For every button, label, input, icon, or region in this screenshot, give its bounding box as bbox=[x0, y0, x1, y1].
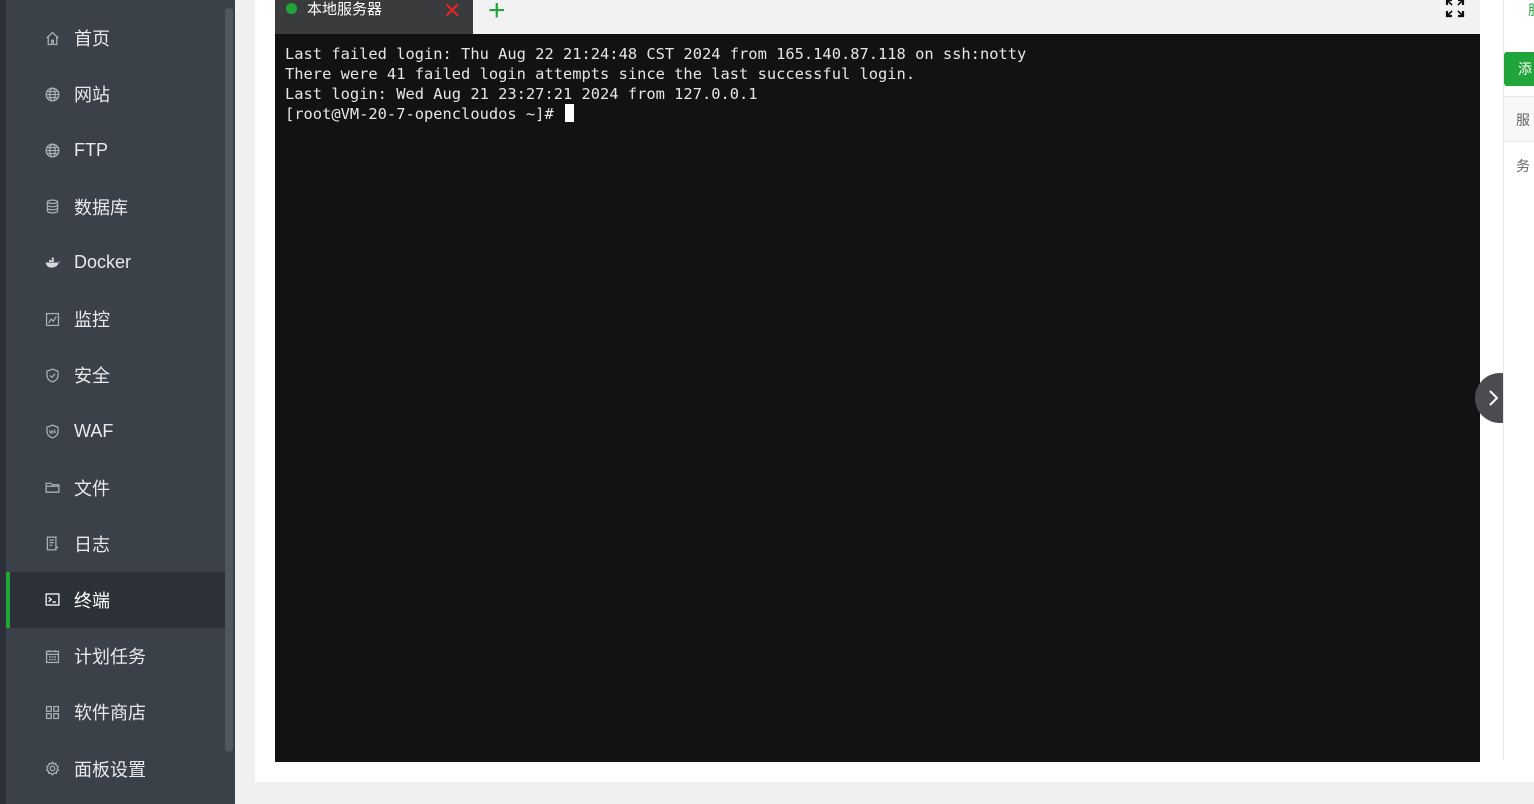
add-server-button[interactable]: 添 bbox=[1504, 52, 1534, 86]
terminal-tabbar: 本地服务器 ✕ + bbox=[275, 0, 1480, 34]
log-icon bbox=[42, 534, 62, 554]
chevron-right-icon bbox=[1489, 390, 1499, 406]
app-root: 首页 网站 FTP 数据库 Docker 监控 安全 WAF 文件 日志 终端 … bbox=[0, 0, 1534, 804]
sidebar-nav: 首页 网站 FTP 数据库 Docker 监控 安全 WAF 文件 日志 终端 … bbox=[6, 10, 225, 797]
sidebar-item-label: 计划任务 bbox=[74, 647, 146, 668]
sidebar-item-ftp[interactable]: FTP bbox=[6, 122, 225, 178]
home-icon bbox=[42, 28, 62, 48]
panel-tab-label[interactable]: 服 bbox=[1528, 0, 1534, 20]
sidebar-item-home[interactable]: 首页 bbox=[6, 10, 225, 66]
sidebar-item-monitor[interactable]: 监控 bbox=[6, 291, 225, 347]
sidebar-item-files[interactable]: 文件 bbox=[6, 460, 225, 516]
sidebar-item-label: FTP bbox=[74, 139, 108, 160]
terminal-icon bbox=[42, 590, 62, 610]
server-list-panel: 服 添 服务 bbox=[1503, 0, 1534, 760]
sidebar-item-security[interactable]: 安全 bbox=[6, 347, 225, 403]
main-content: 本地服务器 ✕ + Last failed login: Thu Aug 22 … bbox=[255, 0, 1534, 782]
database-icon bbox=[42, 197, 62, 217]
add-tab-button[interactable]: + bbox=[488, 0, 506, 28]
fullscreen-icon[interactable] bbox=[1445, 0, 1465, 18]
tab-label: 本地服务器 bbox=[307, 0, 383, 18]
sidebar-item-panel-settings[interactable]: 面板设置 bbox=[6, 740, 225, 796]
terminal-line: Last failed login: Thu Aug 22 21:24:48 C… bbox=[285, 45, 1027, 63]
docker-icon bbox=[42, 253, 62, 273]
waf-shield-icon bbox=[42, 421, 62, 441]
sidebar-item-label: 网站 bbox=[74, 85, 110, 106]
sidebar-item-label: 日志 bbox=[74, 534, 110, 555]
tab-local-server[interactable]: 本地服务器 ✕ bbox=[275, 0, 473, 34]
sidebar-item-label: 首页 bbox=[74, 29, 110, 50]
sidebar-item-terminal[interactable]: 终端 bbox=[6, 571, 225, 629]
monitor-chart-icon bbox=[42, 309, 62, 329]
sidebar-item-logs[interactable]: 日志 bbox=[6, 516, 225, 572]
shield-icon bbox=[42, 365, 62, 385]
terminal-output[interactable]: Last failed login: Thu Aug 22 21:24:48 C… bbox=[285, 44, 1470, 752]
terminal-line: Last login: Wed Aug 21 23:27:21 2024 fro… bbox=[285, 85, 758, 103]
terminal-line: There were 41 failed login attempts sinc… bbox=[285, 65, 916, 83]
calendar-icon bbox=[42, 646, 62, 666]
status-dot-icon bbox=[286, 2, 297, 14]
sidebar-item-label: 软件商店 bbox=[74, 703, 146, 724]
sidebar-item-database[interactable]: 数据库 bbox=[6, 179, 225, 235]
terminal-prompt-line: [root@VM-20-7-opencloudos ~]# bbox=[285, 104, 1470, 124]
sidebar-item-label: 终端 bbox=[74, 590, 110, 611]
terminal-prompt: [root@VM-20-7-opencloudos ~]# bbox=[285, 105, 563, 123]
globe-icon bbox=[42, 84, 62, 104]
terminal-cursor bbox=[564, 104, 574, 122]
sidebar-item-label: 面板设置 bbox=[74, 759, 146, 780]
ftp-globe-icon bbox=[42, 140, 62, 160]
sidebar-item-app-store[interactable]: 软件商店 bbox=[6, 684, 225, 740]
sidebar-item-docker[interactable]: Docker bbox=[6, 235, 225, 291]
sidebar-item-label: WAF bbox=[74, 420, 114, 441]
server-list-header: 服务 bbox=[1504, 96, 1534, 174]
gear-icon bbox=[42, 759, 62, 779]
sidebar-item-waf[interactable]: WAF bbox=[6, 403, 225, 459]
sidebar-item-website[interactable]: 网站 bbox=[6, 66, 225, 122]
sidebar-item-label: 监控 bbox=[74, 310, 110, 331]
terminal-panel: 本地服务器 ✕ + Last failed login: Thu Aug 22 … bbox=[275, 0, 1525, 762]
sidebar-item-cron[interactable]: 计划任务 bbox=[6, 628, 225, 684]
sidebar-item-label: Docker bbox=[74, 252, 132, 273]
sidebar-scrollbar[interactable] bbox=[225, 8, 233, 752]
folder-icon bbox=[42, 478, 62, 498]
sidebar-item-label: 安全 bbox=[74, 366, 110, 387]
grid-apps-icon bbox=[42, 702, 62, 722]
close-icon[interactable]: ✕ bbox=[443, 0, 461, 24]
sidebar: 首页 网站 FTP 数据库 Docker 监控 安全 WAF 文件 日志 终端 … bbox=[0, 0, 235, 804]
sidebar-item-label: 数据库 bbox=[74, 197, 128, 218]
sidebar-item-label: 文件 bbox=[74, 478, 110, 499]
